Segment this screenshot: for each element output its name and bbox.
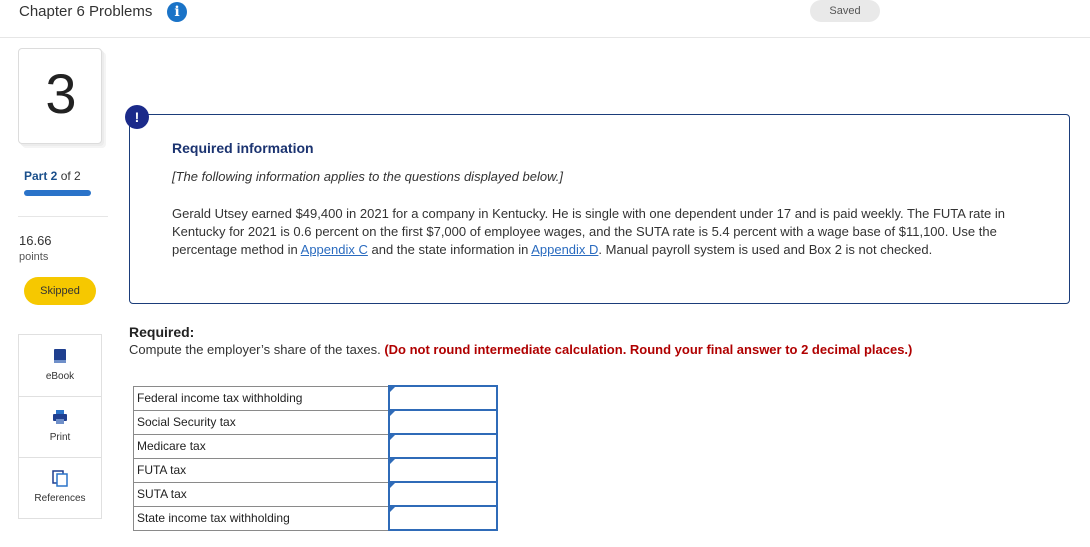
row-label: State income tax withholding	[133, 505, 390, 531]
references-button[interactable]: References	[19, 457, 101, 518]
required-heading: Required:	[129, 324, 195, 340]
appendix-c-link[interactable]: Appendix C	[301, 242, 368, 257]
table-row: Medicare tax	[133, 433, 500, 459]
state-income-tax-input[interactable]	[390, 508, 500, 528]
sidebar-divider	[18, 216, 108, 217]
printer-icon	[53, 410, 67, 424]
row-label: SUTA tax	[133, 481, 390, 507]
answer-cell	[388, 433, 500, 459]
medicare-tax-input[interactable]	[390, 436, 500, 456]
chapter-title: Chapter 6 Problems	[19, 3, 153, 20]
print-button[interactable]: Print	[19, 396, 101, 458]
answer-cell	[388, 385, 500, 411]
references-icon	[52, 470, 68, 487]
problem-text-part-3: . Manual payroll system is used and Box …	[598, 242, 933, 257]
points-label: points	[19, 251, 49, 263]
row-label: Medicare tax	[133, 433, 390, 459]
part-total: of 2	[60, 169, 81, 183]
rounding-instruction: (Do not round intermediate calculation. …	[384, 342, 913, 357]
part-progress-bar	[24, 190, 91, 196]
row-label: Federal income tax withholding	[133, 385, 390, 411]
required-information-note: [The following information applies to th…	[172, 169, 563, 184]
top-header: Chapter 6 Problems i Saved	[0, 0, 1090, 38]
tools-panel: eBook Print References	[18, 334, 102, 519]
alert-icon: !	[125, 105, 149, 129]
question-number-card: 3	[18, 48, 102, 144]
suta-tax-input[interactable]	[390, 484, 500, 504]
points-value: 16.66	[19, 233, 52, 248]
ebook-button[interactable]: eBook	[19, 335, 101, 397]
ebook-label: eBook	[45, 371, 75, 382]
book-icon	[54, 349, 66, 363]
required-information-title: Required information	[172, 140, 314, 156]
required-text: Compute the employer’s share of the taxe…	[129, 342, 381, 357]
table-row: State income tax withholding	[133, 505, 500, 531]
info-icon[interactable]: i	[167, 2, 187, 22]
table-row: Social Security tax	[133, 409, 500, 435]
part-indicator: Part 2 of 2	[24, 169, 81, 183]
table-row: SUTA tax	[133, 481, 500, 507]
social-security-tax-input[interactable]	[390, 412, 500, 432]
answer-cell	[388, 481, 500, 507]
required-instructions: Compute the employer’s share of the taxe…	[129, 342, 912, 357]
futa-tax-input[interactable]	[390, 460, 500, 480]
saved-status-badge: Saved	[810, 0, 880, 22]
problem-statement: Gerald Utsey earned $49,400 in 2021 for …	[172, 205, 1042, 259]
answer-cell	[388, 505, 500, 531]
skipped-badge: Skipped	[24, 277, 96, 305]
row-label: FUTA tax	[133, 457, 390, 483]
problem-text-part-2: and the state information in	[367, 242, 532, 257]
appendix-d-link[interactable]: Appendix D	[531, 242, 598, 257]
federal-income-tax-input[interactable]	[390, 388, 500, 408]
row-label: Social Security tax	[133, 409, 390, 435]
question-number: 3	[45, 62, 77, 125]
tax-answer-table: Federal income tax withholding Social Se…	[133, 385, 500, 531]
table-row: Federal income tax withholding	[133, 385, 500, 411]
references-label: References	[34, 493, 86, 504]
answer-cell	[388, 457, 500, 483]
answer-cell	[388, 409, 500, 435]
part-current: Part 2	[24, 169, 58, 183]
table-row: FUTA tax	[133, 457, 500, 483]
print-label: Print	[49, 432, 71, 443]
